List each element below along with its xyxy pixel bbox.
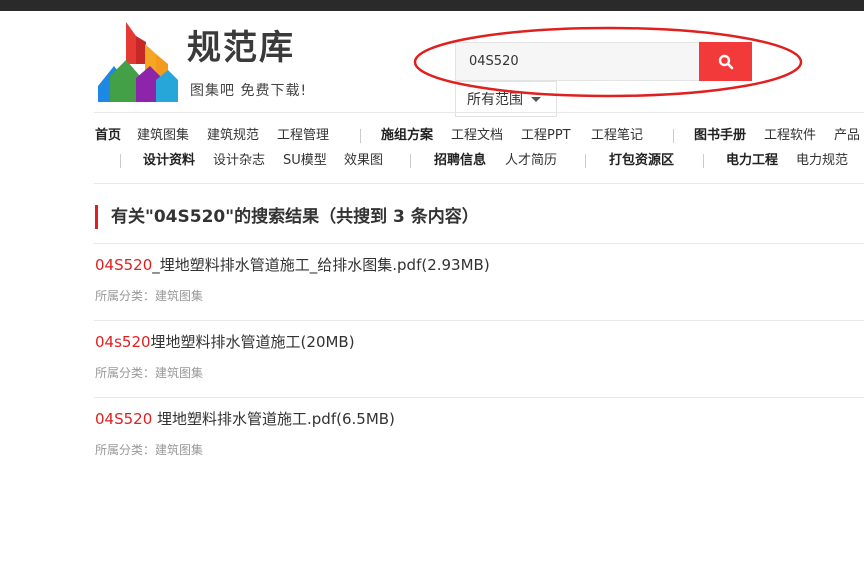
nav-books-manuals[interactable]: 图书手册 <box>694 126 746 146</box>
result-title-text: 埋地塑料排水管道施工(20MB) <box>150 333 355 351</box>
nav-construction-plans[interactable]: 施组方案 <box>381 126 433 146</box>
results-heading: 有关"04S520"的搜索结果（共搜到 3 条内容） <box>95 205 479 229</box>
result-divider <box>94 397 864 398</box>
nav-divider <box>673 129 674 143</box>
nav-resumes[interactable]: 人才简历 <box>505 151 557 171</box>
chevron-down-icon <box>531 96 541 102</box>
logo-icon <box>98 22 178 102</box>
search-scope-label: 所有范围 <box>467 92 523 108</box>
result-item: 04s520埋地塑料排水管道施工(20MB) 所属分类：建筑图集 <box>95 332 864 381</box>
nav-engineering-docs[interactable]: 工程文档 <box>451 126 503 146</box>
nav-project-management[interactable]: 工程管理 <box>277 126 329 146</box>
result-title-text: 埋地塑料排水管道施工.pdf(6.5MB) <box>152 410 395 428</box>
logo-title: 规范库 <box>187 28 295 68</box>
nav-row-1: 首页 建筑图集 建筑规范 工程管理 施组方案 工程文档 工程PPT 工程笔记 图… <box>0 126 864 146</box>
nav-divider-line <box>94 183 864 184</box>
nav-divider <box>360 129 361 143</box>
result-category: 所属分类：建筑图集 <box>95 289 204 303</box>
result-keyword: 04S520 <box>95 256 153 274</box>
nav-engineering-software[interactable]: 工程软件 <box>764 126 816 146</box>
result-title-text: _埋地塑料排水管道施工_给排水图集.pdf(2.93MB) <box>152 256 490 274</box>
nav-building-codes[interactable]: 建筑规范 <box>207 126 259 146</box>
site-logo[interactable]: 规范库 图集吧 免费下载! <box>96 20 326 104</box>
nav-divider <box>585 154 586 168</box>
nav-bundle-resources[interactable]: 打包资源区 <box>609 151 674 171</box>
nav-design-magazines[interactable]: 设计杂志 <box>213 151 265 171</box>
result-keyword: 04S520 <box>95 410 153 428</box>
nav-row-2: 设计资料 设计杂志 SU模型 效果图 招聘信息 人才简历 打包资源区 电力工程 … <box>0 151 864 171</box>
search-input[interactable] <box>455 42 699 81</box>
nav-divider <box>703 154 704 168</box>
result-divider <box>94 320 864 321</box>
header-divider <box>94 112 864 113</box>
result-item: 04S520 埋地塑料排水管道施工.pdf(6.5MB) 所属分类：建筑图集 <box>95 409 864 458</box>
nav-power-engineering[interactable]: 电力工程 <box>726 151 778 171</box>
result-item: 04S520_埋地塑料排水管道施工_给排水图集.pdf(2.93MB) 所属分类… <box>95 255 864 304</box>
result-category: 所属分类：建筑图集 <box>95 443 204 457</box>
search-button[interactable] <box>699 42 752 81</box>
result-title-link[interactable]: 04S520 埋地塑料排水管道施工.pdf(6.5MB) <box>95 410 395 428</box>
search-icon <box>718 54 733 69</box>
nav-recruitment[interactable]: 招聘信息 <box>434 151 486 171</box>
logo-slogan: 图集吧 免费下载! <box>190 83 308 99</box>
result-title-link[interactable]: 04s520埋地塑料排水管道施工(20MB) <box>95 333 355 351</box>
nav-building-atlas[interactable]: 建筑图集 <box>137 126 189 146</box>
nav-design-materials[interactable]: 设计资料 <box>143 151 195 171</box>
nav-engineering-ppt[interactable]: 工程PPT <box>521 126 571 146</box>
nav-renderings[interactable]: 效果图 <box>344 151 383 171</box>
result-keyword: 04s520 <box>95 333 151 351</box>
nav-su-models[interactable]: SU模型 <box>283 151 327 171</box>
nav-divider <box>120 154 121 168</box>
nav-divider <box>410 154 411 168</box>
result-divider <box>94 243 864 244</box>
nav-power-codes[interactable]: 电力规范 <box>796 151 848 171</box>
nav-engineering-notes[interactable]: 工程笔记 <box>591 126 643 146</box>
result-category: 所属分类：建筑图集 <box>95 366 204 380</box>
top-bar <box>0 0 864 11</box>
nav-home[interactable]: 首页 <box>95 126 121 146</box>
nav-products[interactable]: 产品 <box>834 126 860 146</box>
result-title-link[interactable]: 04S520_埋地塑料排水管道施工_给排水图集.pdf(2.93MB) <box>95 256 490 274</box>
